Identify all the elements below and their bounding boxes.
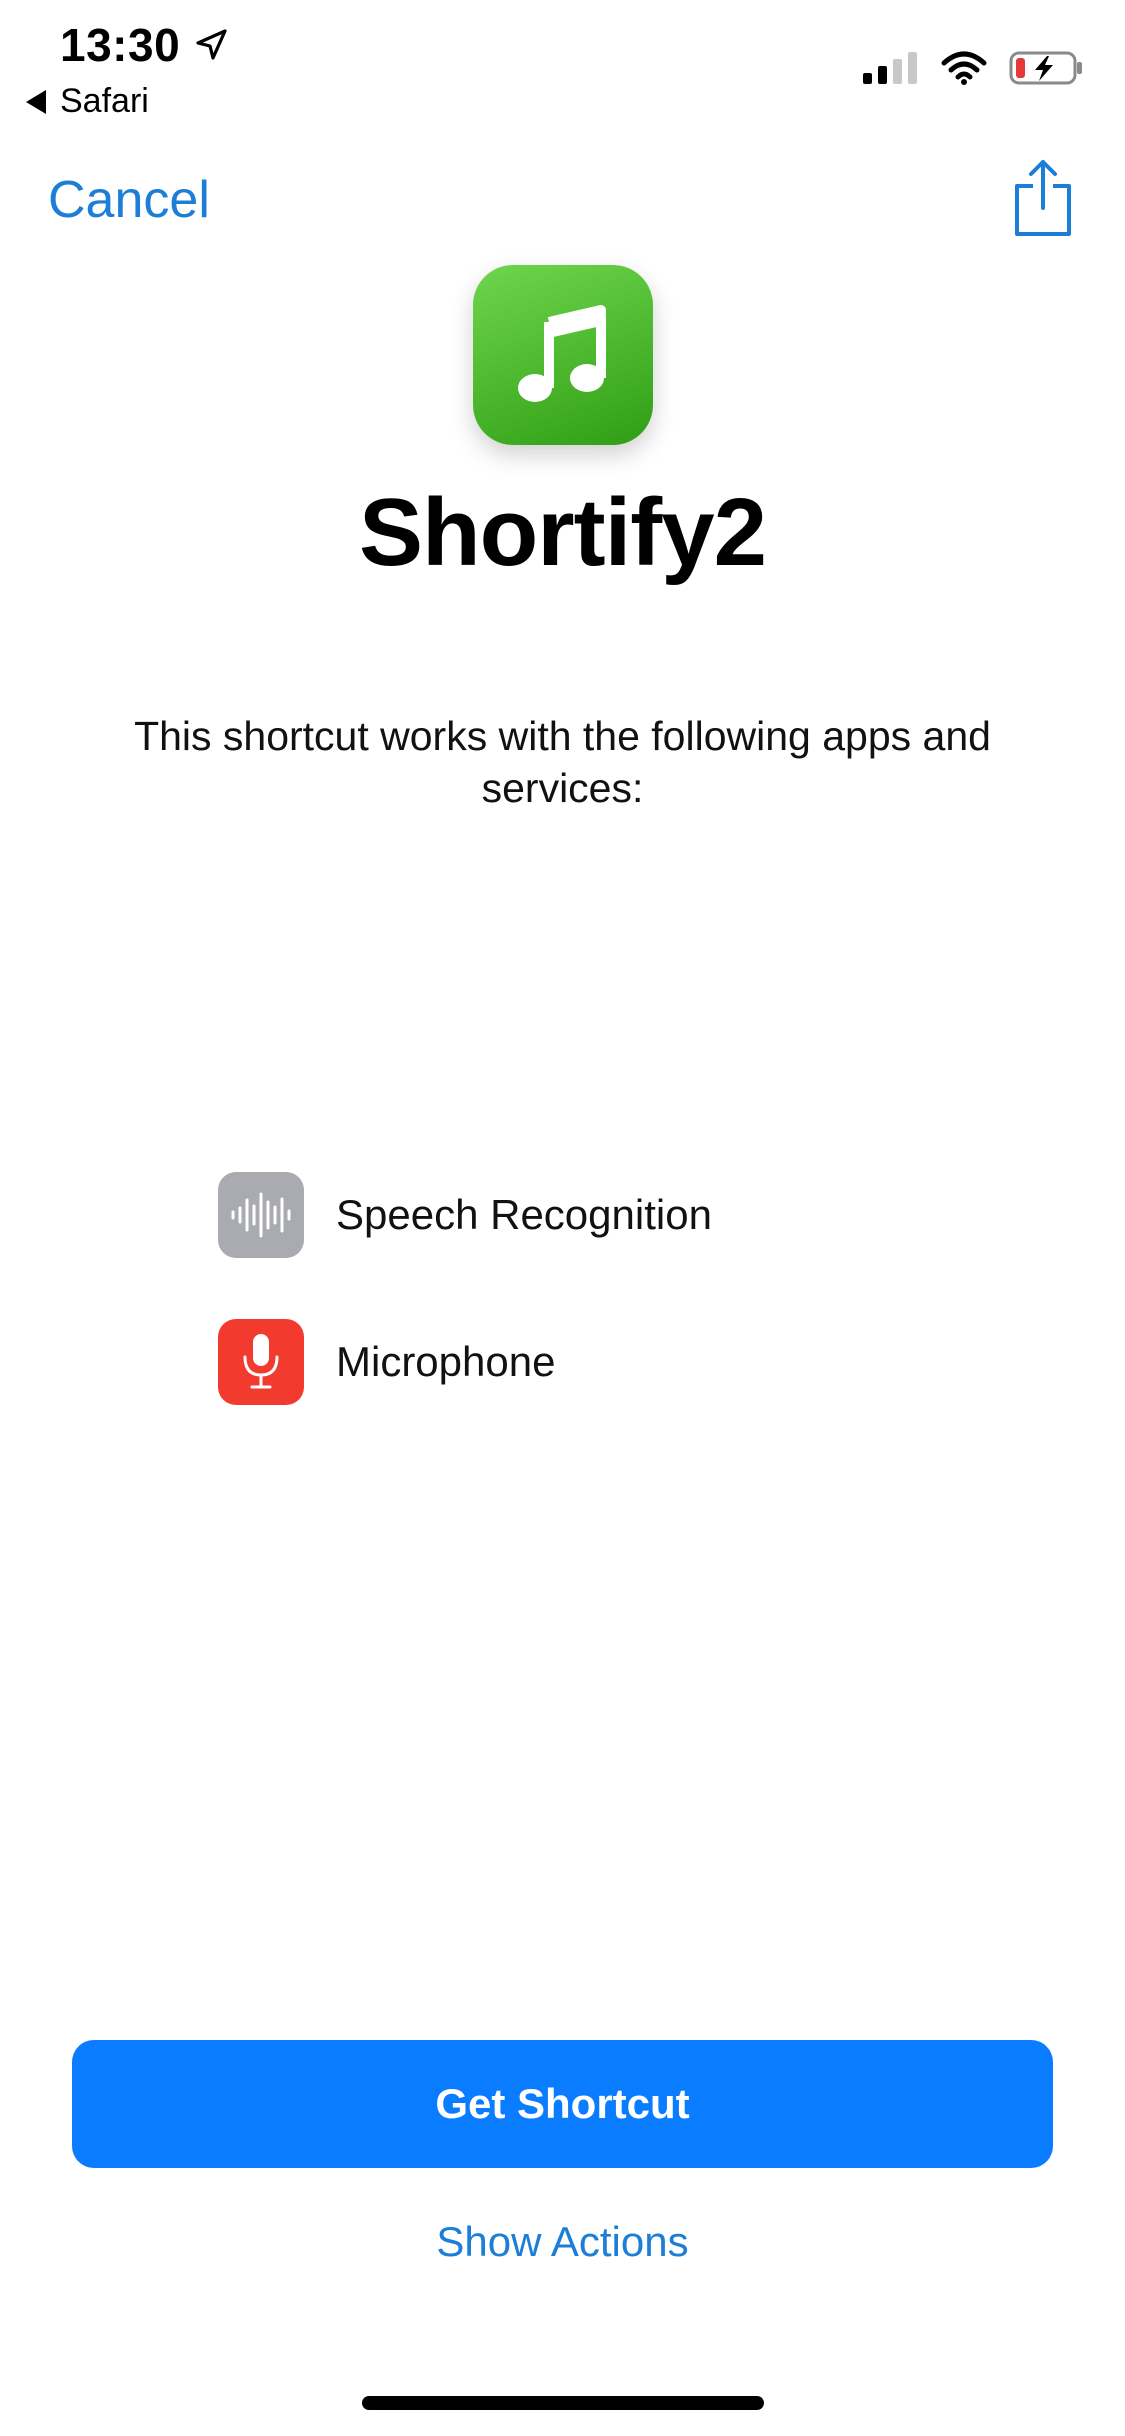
cancel-button[interactable]: Cancel	[48, 170, 210, 230]
home-indicator[interactable]	[362, 2396, 764, 2410]
status-time: 13:30	[60, 19, 181, 71]
back-to-safari[interactable]: Safari	[26, 82, 149, 121]
shortcut-title: Shortify2	[358, 479, 767, 586]
wifi-icon	[941, 51, 987, 90]
location-arrow-icon	[194, 28, 228, 62]
signal-icon	[863, 51, 919, 90]
show-actions-link[interactable]: Show Actions	[0, 2218, 1125, 2266]
back-app-label: Safari	[60, 82, 149, 120]
music-note-icon	[518, 305, 606, 402]
share-button[interactable]	[1013, 158, 1073, 238]
share-icon	[1015, 160, 1071, 236]
battery-icon	[1009, 50, 1085, 91]
microphone-icon	[218, 1319, 304, 1405]
status-bar: 13:30 Safari	[0, 0, 1125, 130]
services-description: This shortcut works with the following a…	[134, 713, 991, 811]
waveform-icon	[218, 1172, 304, 1258]
status-indicators	[863, 50, 1085, 91]
service-item-microphone: Microphone	[218, 1319, 555, 1405]
get-shortcut-button[interactable]: Get Shortcut	[72, 2040, 1053, 2168]
service-label: Speech Recognition	[336, 1191, 712, 1238]
shortcut-app-icon	[473, 265, 653, 445]
time-group: 13:30	[60, 18, 228, 72]
service-label: Microphone	[336, 1338, 556, 1385]
service-item-speech-recognition: Speech Recognition	[218, 1172, 712, 1258]
back-triangle-icon	[26, 89, 46, 114]
